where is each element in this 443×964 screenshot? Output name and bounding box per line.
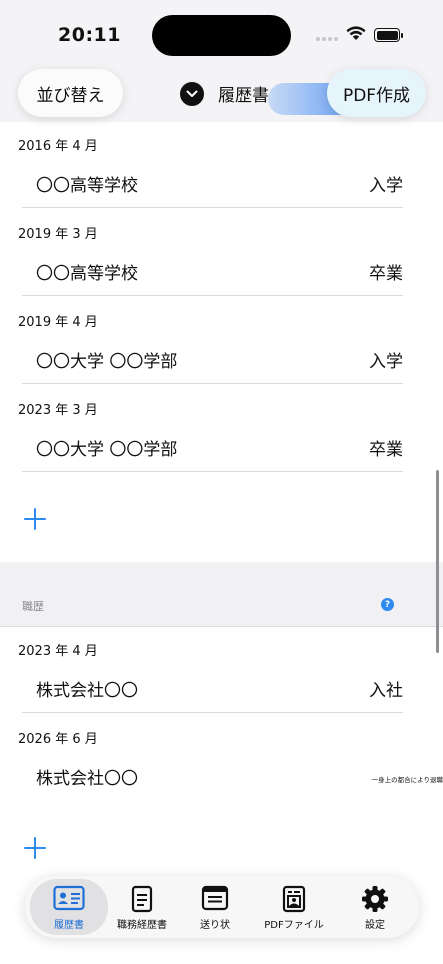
chevron-down-icon [180,81,204,106]
battery-icon [374,28,404,42]
list-item[interactable]: 2019 年 3 月 〇〇高等学校 卒業 [0,210,443,298]
entry-name: 〇〇高等学校 [36,176,138,196]
tab-work-history[interactable]: 職務経歴書 [111,876,173,938]
pdf-file-icon [282,885,306,913]
page-title: 履歴書 [218,86,269,106]
help-icon[interactable]: ? [381,598,394,611]
list-item[interactable]: 2019 年 4 月 〇〇大学 〇〇学部 入学 [0,298,443,386]
status-bar: 20:11 [0,0,443,66]
tab-label: 履歴書 [54,920,84,931]
tab-bar: 履歴書 職務経歴書 送り状 PDFファイル 設定 [25,876,419,938]
entry-name: 〇〇大学 〇〇学部 [36,440,178,460]
work-section-header: 職歴 ? [0,562,443,627]
navigation-bar: 並び替え 履歴書 PDF作成 [0,66,443,122]
status-time: 20:11 [58,24,121,46]
entry-name: 〇〇大学 〇〇学部 [36,352,178,372]
entry-date: 2019 年 3 月 [18,227,98,242]
entry-status: 入社 [369,681,403,701]
entry-status: 卒業 [369,264,403,284]
wifi-icon [346,26,366,45]
list-item[interactable]: 2016 年 4 月 〇〇高等学校 入学 [0,122,443,210]
tab-resume[interactable]: 履歴書 [30,879,108,935]
document-selector[interactable]: 履歴書 [180,81,269,106]
add-education-button[interactable] [0,474,443,562]
entry-row[interactable]: 株式会社〇〇 入社 [22,663,403,713]
entry-status: 入学 [369,176,403,196]
tab-label: PDFファイル [264,920,324,931]
tab-label: 設定 [365,920,385,931]
entry-status: 入学 [369,352,403,372]
entry-row[interactable]: 〇〇大学 〇〇学部 入学 [22,334,403,384]
history-list: 2016 年 4 月 〇〇高等学校 入学 2019 年 3 月 〇〇高等学校 卒… [0,122,443,891]
section-title: 職歴 [22,600,44,613]
resume-card-icon [53,885,85,913]
tab-label: 職務経歴書 [117,920,167,931]
entry-date: 2023 年 3 月 [18,403,98,418]
entry-date: 2023 年 4 月 [18,644,98,659]
letter-icon [201,885,229,913]
list-item[interactable]: 2023 年 3 月 〇〇大学 〇〇学部 卒業 [0,386,443,474]
entry-date: 2019 年 4 月 [18,315,98,330]
entry-row[interactable]: 〇〇大学 〇〇学部 卒業 [22,422,403,472]
gear-icon [361,885,389,913]
entry-row[interactable]: 〇〇高等学校 入学 [22,158,403,208]
tab-cover-letter[interactable]: 送り状 [187,876,243,938]
entry-status: 一身上の都合により退職 [371,776,443,784]
entry-status: 卒業 [369,440,403,460]
entry-name: 〇〇高等学校 [36,264,138,284]
entry-row[interactable]: 〇〇高等学校 卒業 [22,246,403,296]
tab-label: 送り状 [200,920,230,931]
entry-name: 株式会社〇〇 [36,681,138,701]
entry-name: 株式会社〇〇 [36,769,138,789]
list-item[interactable]: 2026 年 6 月 株式会社〇〇 一身上の都合により退職 [0,715,443,803]
create-pdf-button[interactable]: PDF作成 [327,69,426,117]
tab-pdf-files[interactable]: PDFファイル [257,876,331,938]
entry-row[interactable]: 株式会社〇〇 一身上の都合により退職 [22,751,443,801]
list-item[interactable]: 2023 年 4 月 株式会社〇〇 入社 [0,627,443,715]
tab-settings[interactable]: 設定 [347,876,403,938]
scroll-indicator[interactable] [436,470,439,653]
document-icon [131,885,153,913]
entry-date: 2016 年 4 月 [18,139,98,154]
sort-button[interactable]: 並び替え [18,69,123,117]
plus-icon [24,508,46,530]
cellular-signal-icon [316,37,342,41]
entry-date: 2026 年 6 月 [18,732,98,747]
plus-icon [24,837,46,859]
dynamic-island [152,15,291,56]
